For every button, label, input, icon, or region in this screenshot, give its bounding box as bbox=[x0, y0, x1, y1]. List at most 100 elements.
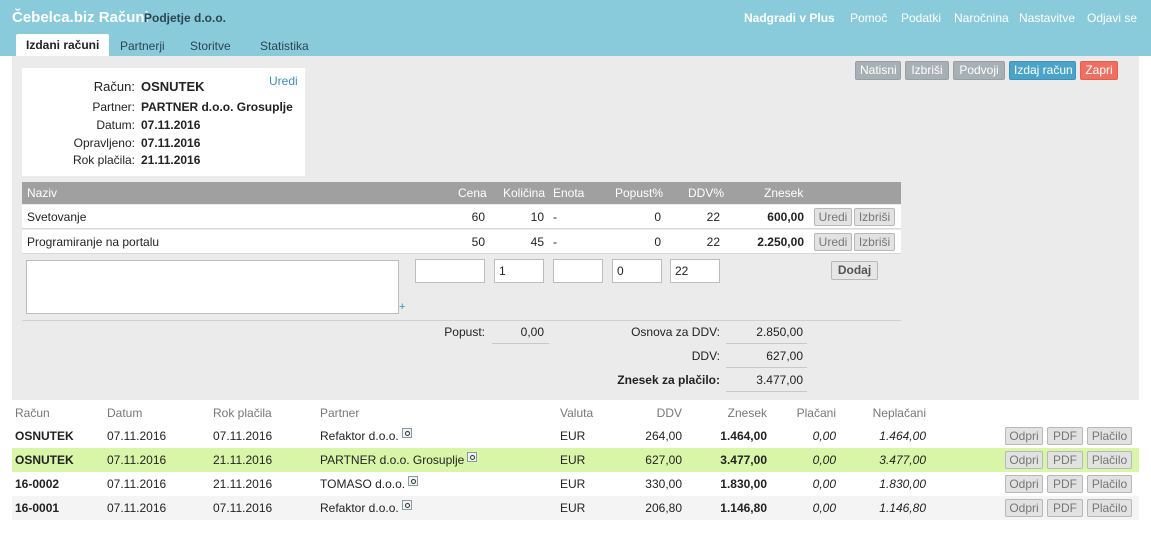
list-col-date[interactable]: Datum bbox=[107, 406, 142, 420]
tab-issued-invoices[interactable]: Izdani računi bbox=[16, 34, 110, 56]
payment-button[interactable]: Plačilo bbox=[1087, 475, 1132, 493]
open-button[interactable]: Odpri bbox=[1005, 499, 1043, 517]
new-item-qty-field[interactable]: 1 bbox=[494, 259, 544, 283]
search-icon[interactable] bbox=[401, 500, 412, 510]
list-amount-text: 3.477,00 bbox=[720, 453, 767, 467]
search-icon[interactable] bbox=[467, 452, 478, 462]
divider bbox=[492, 343, 549, 344]
pdf-button[interactable]: PDF bbox=[1047, 475, 1083, 493]
list-col-unpaid[interactable]: Neplačani bbox=[873, 406, 926, 420]
list-col-due[interactable]: Rok plačila bbox=[213, 406, 272, 420]
list-currency-text: EUR bbox=[560, 477, 586, 491]
list-col-amount[interactable]: Znesek bbox=[728, 406, 767, 420]
duplicate-button[interactable]: Podvoji bbox=[953, 61, 1005, 80]
item-row: Programiranje na portalu 50 45 - 0 22 2.… bbox=[22, 230, 901, 254]
date-label: Datum: bbox=[96, 118, 135, 132]
list-paid-text: 0,00 bbox=[812, 477, 836, 491]
add-item-button[interactable]: Dodaj bbox=[831, 261, 878, 280]
search-icon[interactable] bbox=[401, 428, 412, 438]
list-due: 07.11.2016 bbox=[213, 429, 272, 443]
list-currency-text: EUR bbox=[560, 501, 586, 515]
list-date: 07.11.2016 bbox=[107, 501, 166, 515]
issue-invoice-button[interactable]: Izdaj račun bbox=[1009, 61, 1076, 80]
list-invoice-number-text: OSNUTEK bbox=[15, 453, 74, 467]
list-amount: 1.830,00 bbox=[720, 477, 767, 491]
list-invoice-number-text: 16-0001 bbox=[15, 501, 60, 515]
list-paid-text: 0,00 bbox=[812, 429, 836, 443]
payment-button[interactable]: Plačilo bbox=[1087, 499, 1132, 517]
list-due-text: 21.11.2016 bbox=[213, 477, 273, 491]
list-unpaid-text: 3.477,00 bbox=[879, 453, 926, 467]
payment-button[interactable]: Plačilo bbox=[1087, 451, 1132, 469]
data-link[interactable]: Podatki bbox=[901, 11, 941, 25]
open-button[interactable]: Odpri bbox=[1005, 427, 1043, 445]
list-col-invoice[interactable]: Račun bbox=[15, 406, 50, 420]
date-value: 07.11.2016 bbox=[141, 118, 201, 132]
open-button[interactable]: Odpri bbox=[1005, 475, 1043, 493]
item-amount: 600,00 bbox=[767, 210, 804, 224]
items-table-header: Naziv Cena Količina Enota Popust% DDV% Z… bbox=[22, 182, 901, 204]
close-button[interactable]: Zapri bbox=[1080, 61, 1118, 80]
list-partner-text: Refaktor d.o.o. bbox=[320, 501, 399, 515]
print-button[interactable]: Natisni bbox=[855, 61, 901, 80]
help-link[interactable]: Pomoč bbox=[850, 11, 887, 25]
logout-link[interactable]: Odjavi se bbox=[1087, 11, 1137, 25]
item-qty: 45 bbox=[530, 235, 544, 249]
delete-item-button[interactable]: Izbriši bbox=[854, 233, 895, 251]
new-item-price-field[interactable] bbox=[415, 259, 485, 283]
list-unpaid: 1.146,80 bbox=[879, 501, 926, 515]
new-item-vat-field[interactable]: 22 bbox=[670, 259, 720, 283]
search-icon[interactable] bbox=[408, 476, 419, 486]
delete-invoice-button[interactable]: Izbriši bbox=[905, 61, 949, 80]
app-logo[interactable]: Čebelca.biz Računi bbox=[12, 9, 149, 26]
partner-label: Partner: bbox=[92, 100, 135, 114]
upgrade-link[interactable]: Nadgradi v Plus bbox=[744, 11, 835, 25]
list-currency-text: EUR bbox=[560, 453, 586, 467]
expand-icon[interactable]: + bbox=[399, 301, 405, 313]
list-vat: 627,00 bbox=[645, 453, 682, 467]
new-item-discount-field[interactable]: 0 bbox=[612, 259, 662, 283]
list-due: 21.11.2016 bbox=[213, 477, 272, 491]
pdf-button[interactable]: PDF bbox=[1047, 451, 1083, 469]
settings-link[interactable]: Nastavitve bbox=[1019, 11, 1075, 25]
edit-item-button[interactable]: Uredi bbox=[814, 233, 852, 251]
item-discount: 0 bbox=[654, 235, 661, 249]
list-col-vat[interactable]: DDV bbox=[657, 406, 682, 420]
payment-button[interactable]: Plačilo bbox=[1087, 427, 1132, 445]
list-amount-text: 1.146,80 bbox=[720, 501, 767, 515]
list-col-partner[interactable]: Partner bbox=[320, 406, 359, 420]
tab-partners[interactable]: Partnerji bbox=[110, 38, 175, 56]
list-date-text: 07.11.2016 bbox=[107, 429, 167, 443]
item-vat: 22 bbox=[706, 210, 720, 224]
discount-total-value: 0,00 bbox=[520, 325, 544, 339]
item-discount: 0 bbox=[654, 210, 661, 224]
list-col-paid[interactable]: Plačani bbox=[797, 406, 836, 420]
pdf-button[interactable]: PDF bbox=[1047, 499, 1083, 517]
tab-services[interactable]: Storitve bbox=[180, 38, 241, 56]
new-item-unit-field[interactable] bbox=[553, 259, 603, 283]
vat-base-label: Osnova za DDV: bbox=[631, 325, 720, 339]
edit-invoice-link[interactable]: Uredi bbox=[269, 74, 298, 88]
col-discount: Popust% bbox=[615, 186, 664, 200]
list-vat-text: 330,00 bbox=[645, 477, 682, 491]
list-unpaid: 1.830,00 bbox=[879, 477, 926, 491]
list-date: 07.11.2016 bbox=[107, 453, 166, 467]
list-unpaid-text: 1.464,00 bbox=[879, 429, 926, 443]
delete-item-button[interactable]: Izbriši bbox=[854, 208, 895, 226]
divider bbox=[726, 343, 807, 344]
subscription-link[interactable]: Naročnina bbox=[954, 11, 1009, 25]
list-date-text: 07.11.2016 bbox=[107, 501, 167, 515]
open-button[interactable]: Odpri bbox=[1005, 451, 1043, 469]
col-price: Cena bbox=[458, 186, 487, 200]
list-unpaid: 1.464,00 bbox=[879, 429, 926, 443]
list-col-currency[interactable]: Valuta bbox=[560, 406, 593, 420]
pdf-button[interactable]: PDF bbox=[1047, 427, 1083, 445]
list-date: 07.11.2016 bbox=[107, 477, 166, 491]
amount-due-label: Znesek za plačilo: bbox=[617, 373, 720, 387]
edit-item-button[interactable]: Uredi bbox=[814, 208, 852, 226]
list-date-text: 07.11.2016 bbox=[107, 477, 167, 491]
new-item-name-field[interactable] bbox=[26, 260, 399, 314]
col-qty: Količina bbox=[503, 186, 546, 200]
list-partner: TOMASO d.o.o. bbox=[320, 476, 419, 491]
tab-statistics[interactable]: Statistika bbox=[250, 38, 319, 56]
